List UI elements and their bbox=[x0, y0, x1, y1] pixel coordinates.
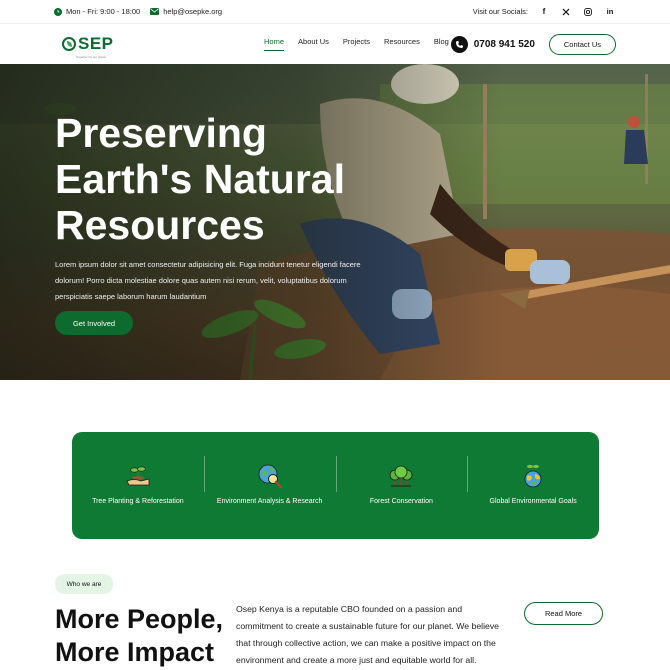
about-description: Osep Kenya is a reputable CBO founded on… bbox=[236, 604, 500, 665]
globe-plant-icon bbox=[524, 464, 542, 488]
hours-text: Mon - Fri: 9:00 - 18:00 bbox=[66, 7, 141, 16]
about-heading-line-2: More Impact bbox=[55, 637, 215, 667]
logo-text: SEP bbox=[78, 34, 114, 53]
top-bar-socials: Visit our Socials: f in bbox=[473, 6, 616, 18]
x-icon[interactable] bbox=[560, 6, 572, 18]
top-bar: Mon - Fri: 9:00 - 18:00 help@osepke.org … bbox=[0, 0, 670, 24]
mail-icon bbox=[150, 8, 160, 15]
nav-actions: 0708 941 520 Contact Us bbox=[450, 33, 616, 55]
feature-forest-conservation[interactable]: Forest Conservation bbox=[335, 450, 468, 522]
feature-label: Tree Planting & Reforestation bbox=[92, 498, 184, 505]
instagram-icon[interactable] bbox=[582, 6, 594, 18]
feature-global-goals[interactable]: Global Environmental Goals bbox=[467, 450, 599, 522]
nav-item-projects[interactable]: Projects bbox=[343, 37, 370, 51]
clock-icon bbox=[54, 7, 62, 16]
socials-label: Visit our Socials: bbox=[472, 7, 528, 16]
feature-label: Global Environmental Goals bbox=[489, 498, 577, 505]
feature-tree-planting[interactable]: Tree Planting & Reforestation bbox=[72, 450, 204, 522]
nav-item-resources[interactable]: Resources bbox=[384, 37, 420, 51]
logo[interactable]: SEP bbox=[62, 34, 182, 54]
features-panel: Tree Planting & Reforestation Environmen… bbox=[72, 432, 599, 539]
about-heading: More People, More Impact bbox=[55, 603, 235, 669]
phone-number[interactable]: 0708 941 520 bbox=[474, 39, 535, 50]
nav-item-blog[interactable]: Blog bbox=[434, 37, 449, 51]
feature-label: Forest Conservation bbox=[369, 498, 433, 505]
facebook-icon[interactable]: f bbox=[538, 6, 550, 18]
nav-item-home[interactable]: Home bbox=[264, 37, 285, 51]
feature-environment-analysis[interactable]: Environment Analysis & Research bbox=[203, 450, 336, 522]
trees-icon bbox=[389, 465, 413, 487]
nav-item-about[interactable]: About Us bbox=[298, 37, 329, 51]
logo-tagline: Together for our planet bbox=[76, 55, 107, 59]
read-more-button[interactable]: Read More bbox=[524, 602, 603, 625]
nav-menu: Home About Us Projects Resources Blog bbox=[264, 37, 449, 51]
hero-title-line-2: Earth's Natural bbox=[55, 156, 346, 202]
hero-title-line-3: Resources bbox=[55, 202, 265, 248]
hero-description: Lorem ipsum dolor sit amet consectetur a… bbox=[55, 260, 361, 301]
sprout-hand-icon bbox=[126, 466, 150, 486]
section-pill: Who we are bbox=[55, 574, 113, 594]
hero-banner: Preserving Earth's Natural Resources Lor… bbox=[0, 64, 670, 380]
email-link[interactable]: help@osepke.org bbox=[163, 7, 222, 16]
email-item[interactable]: help@osepke.org bbox=[150, 7, 222, 16]
logo-leaf-icon bbox=[62, 37, 76, 51]
globe-magnifier-icon bbox=[258, 464, 282, 489]
about-heading-line-1: More People, bbox=[55, 604, 224, 634]
contact-us-button[interactable]: Contact Us bbox=[548, 33, 616, 55]
linkedin-icon[interactable]: in bbox=[604, 6, 616, 18]
get-involved-button[interactable]: Get Involved bbox=[55, 311, 133, 335]
hero-title: Preserving Earth's Natural Resources bbox=[55, 110, 435, 248]
feature-label: Environment Analysis & Research bbox=[216, 498, 323, 505]
phone-icon[interactable] bbox=[450, 35, 468, 53]
top-bar-contact: Mon - Fri: 9:00 - 18:00 help@osepke.org bbox=[54, 7, 222, 16]
hours-item: Mon - Fri: 9:00 - 18:00 bbox=[54, 7, 140, 16]
main-nav: SEP Together for our planet Home About U… bbox=[0, 24, 670, 64]
hero-title-line-1: Preserving bbox=[55, 110, 267, 156]
